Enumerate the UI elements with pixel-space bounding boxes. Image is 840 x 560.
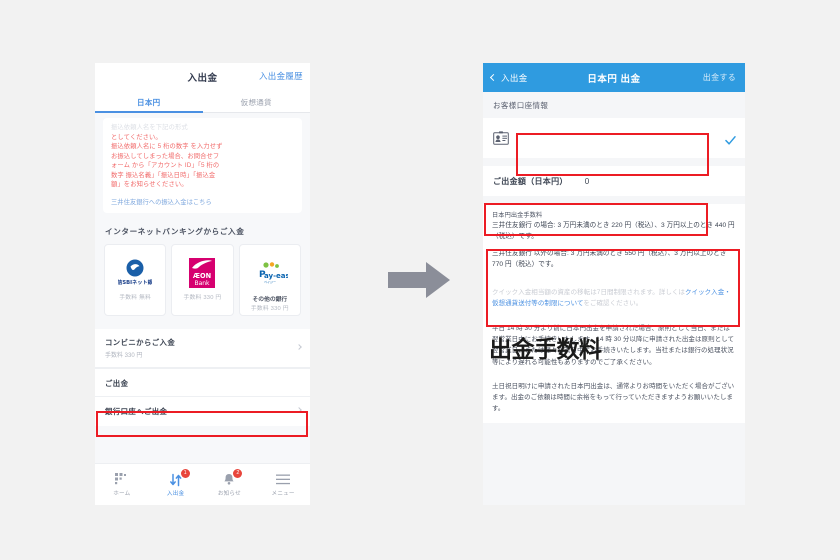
chevron-right-icon [296,344,302,350]
svg-text:住信SBIネット銀行: 住信SBIネット銀行 [118,278,152,286]
chevron-right-icon [296,407,302,414]
tab-crypto[interactable]: 仮想通貨 [203,90,311,112]
bank-fee: 手数料 無料 [119,294,152,301]
screenshot-stage: 入出金 入出金履歴 日本円 仮想通貨 振込依頼人名を下記の形式 としてください。… [0,0,840,560]
fee-box-title: 日本円出金手数料 [492,212,543,219]
smbc-transfer-link[interactable]: 三井住友銀行への振込入金はこちら [111,197,294,206]
id-card-icon [493,131,509,145]
home-icon [115,472,128,487]
notice-line: 額」をお知らせください。 [111,181,188,189]
right-phone-screen: 入出金 日本円 出金 出金する お客様口座情報 ご出金額（日本円） 0 日本円出… [483,63,745,505]
overlay-annotation-title: 出金手数料 [489,337,602,363]
konbini-deposit-row[interactable]: コンビニからご入金 手数料 330 円 [95,329,310,368]
left-header: 入出金 入出金履歴 [95,63,310,90]
aeon-bank-logo: ÆON Bank [187,254,217,292]
quick-note-rest: は7日間制限されます。詳しくは [590,288,685,296]
account-value-masked [517,129,735,147]
bank-card-aeon[interactable]: ÆON Bank 手数料 330 円 [171,243,234,316]
bank-card-row: 住信SBIネット銀行 手数料 無料 ÆON Bank 手数料 [95,243,310,316]
notice-line-faded: 振込依頼人名を下記の形式 [111,124,188,131]
bank-card-sbi[interactable]: 住信SBIネット銀行 手数料 無料 [104,243,167,316]
menu-icon [276,472,291,487]
left-scroll-area[interactable]: 振込依頼人名を下記の形式 としてください。 振込依頼人名に 5 桁の数字 を入力… [95,113,310,505]
notice-line: 振込依頼人名に 5 桁の数字 を入力せず [111,143,223,151]
notice-line: 数字 振込名義」「振込日時」「振込金 [111,171,216,179]
flow-arrow [388,262,450,303]
restriction-link-part1[interactable]: クイ [685,289,698,296]
svg-text:ay-easy: ay-easy [264,272,288,280]
bank-withdraw-label: 銀行口座へご出金 [105,406,168,416]
nav-label-transfer: 入出金 [166,491,185,497]
nav-item-notice[interactable]: 2 お知らせ [203,464,257,505]
nav-label-menu: メニュー [271,491,295,497]
notice-line: ォーム から「アカウント ID」「5 桁の [111,162,220,170]
notice-card: 振込依頼人名を下記の形式 としてください。 振込依頼人名に 5 桁の数字 を入力… [103,118,302,213]
konbini-title: コンビニからご入金 [105,337,176,347]
bank-fee: 手数料 330 円 [183,294,222,301]
konbini-fee: 手数料 330 円 [105,352,143,359]
fee-info-box: 日本円出金手数料 三井住友銀行 の場合: 3 万円未満のとき 220 円（税込）… [483,204,745,279]
amount-label: ご出金額（日本円） [493,176,568,186]
nav-badge-notice: 2 [233,469,243,478]
svg-text:Bank: Bank [195,280,211,287]
bank-withdraw-row[interactable]: 銀行口座へご出金 [95,397,310,426]
nav-item-menu[interactable]: メニュー [256,464,310,505]
sbi-net-bank-logo: 住信SBIネット銀行 [118,254,152,292]
nav-badge-transfer: 1 [180,469,190,478]
quick-note-tail: をご確認ください。 [583,299,643,307]
fee-paragraph: 三井住友銀行 以外の場合: 3 万円未満のとき 550 円（税込）、3 万円以上… [492,250,727,269]
submit-withdraw-button[interactable]: 出金する [703,72,736,83]
nav-label-home: ホーム [113,491,131,497]
nav-item-home[interactable]: ホーム [95,464,149,505]
bank-name: その他の銀行 [252,296,288,303]
amount-input[interactable]: 0 [585,177,589,186]
amount-field-row[interactable]: ご出金額（日本円） 0 [483,166,745,196]
currency-tabs: 日本円 仮想通貨 [95,90,310,113]
bottom-navigation: ホーム 1 入出金 2 お知らせ メニュー [95,463,310,505]
withdraw-header: 入出金 日本円 出金 出金する [483,63,745,92]
bank-card-other[interactable]: P ay-easy ペイジー その他の銀行 手数料 330 円 [238,243,301,316]
quick-note-head: クイック入金相当額の資産の移転 [492,288,591,296]
nav-item-transfer[interactable]: 1 入出金 [149,464,203,505]
notice-line: お振込してしまった場合、お問合せフ [111,152,220,160]
bell-icon: 2 [223,469,243,487]
transaction-history-link[interactable]: 入出金履歴 [259,70,303,82]
account-section-label: お客様口座情報 [483,92,745,118]
account-row[interactable] [483,118,745,158]
check-icon [725,133,736,145]
tab-active-indicator [95,111,203,113]
right-scroll-area[interactable]: お客様口座情報 ご出金額（日本円） 0 日本円出金手数料 三井住友銀行 の場合:… [483,92,745,505]
internet-banking-heading: インターネットバンキングからご入金 [105,226,245,236]
quick-deposit-note: クイック入金相当額の資産の移転は7日間制限されます。詳しくはクイック入金・仮想通… [483,287,745,309]
fee-paragraph: 三井住友銀行 の場合: 3 万円未満のとき 220 円（税込）、3 万円以上のと… [492,222,735,240]
withdraw-block: 銀行口座へご出金 [95,395,310,426]
tab-jpy[interactable]: 日本円 [95,90,203,112]
svg-text:ペイジー: ペイジー [264,280,276,284]
svg-text:ÆON: ÆON [193,272,211,280]
nav-label-notice: お知らせ [217,491,241,497]
konbini-block: コンビニからご入金 手数料 330 円 [95,328,310,368]
bank-fee: 手数料 330 円 [250,305,289,312]
note-paragraph-2: 土日祝日明けに申請された日本円出金は、通常よりお時間をいただく場合がございます。… [492,382,735,413]
pay-easy-logo: P ay-easy ペイジー [252,254,288,292]
transfer-icon: 1 [169,469,190,487]
notice-line: としてください。 [111,133,162,141]
left-phone-screen: 入出金 入出金履歴 日本円 仮想通貨 振込依頼人名を下記の形式 としてください。… [95,63,310,505]
withdraw-group-heading: ご出金 [95,367,310,396]
